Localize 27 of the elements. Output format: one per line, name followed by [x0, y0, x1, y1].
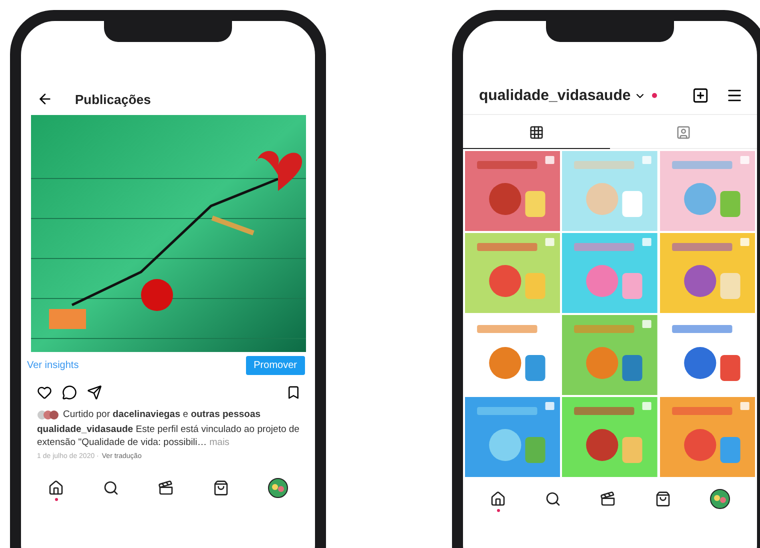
avatar-icon: [710, 489, 730, 509]
home-icon: [490, 491, 506, 507]
send-icon[interactable]: [87, 385, 102, 400]
liker-avatars-icon: [37, 410, 59, 420]
person-tag-icon: [676, 125, 691, 140]
search-icon: [545, 491, 562, 507]
caption-text: qualidade_vidasaude Este perfil está vinculado ao projeto de extensão "Qualidade de vida: possibili… mais: [36, 423, 300, 449]
avatar-icon: [268, 478, 288, 498]
menu-icon[interactable]: [726, 87, 743, 104]
clapperboard-icon: [600, 491, 616, 507]
promote-button[interactable]: Promover: [246, 356, 305, 375]
back-icon[interactable]: [37, 91, 53, 107]
likes-text: Curtido por dacelinaviegas e outras pessoas: [63, 408, 261, 421]
screen-title: Publicações: [75, 92, 151, 106]
insights-link[interactable]: Ver insights: [27, 360, 79, 371]
add-icon[interactable]: [692, 87, 709, 104]
username[interactable]: qualidade_vidasaude: [479, 87, 631, 104]
bookmark-icon[interactable]: [286, 385, 301, 400]
shopping-bag-icon: [654, 491, 671, 507]
home-icon: [48, 480, 64, 496]
clapperboard-icon: [158, 480, 174, 496]
shopping-bag-icon: [212, 480, 229, 496]
more-link[interactable]: mais: [209, 437, 230, 448]
comment-icon[interactable]: [62, 385, 77, 400]
search-icon: [103, 480, 120, 496]
grid-icon: [529, 125, 544, 140]
heart-icon[interactable]: [37, 385, 52, 400]
